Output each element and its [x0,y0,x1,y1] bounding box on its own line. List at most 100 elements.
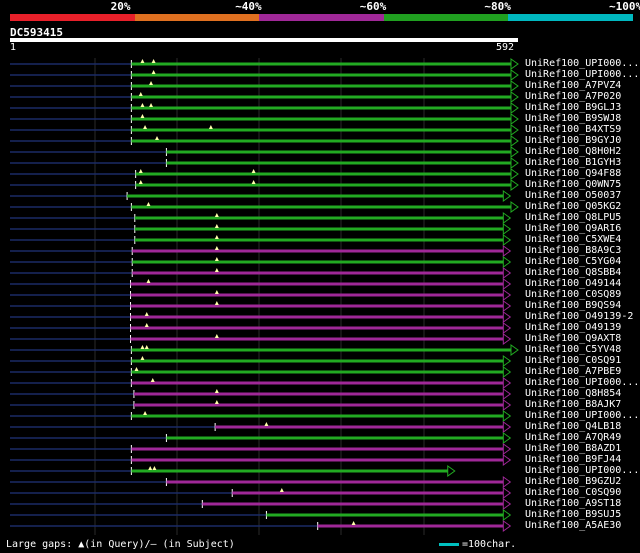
hit-label-link[interactable]: UniRef100_Q9AXT8 [525,333,621,344]
hit-label-link[interactable]: UniRef100_UPI000... [525,410,639,421]
hit-row [10,322,512,334]
hit-row [10,333,512,345]
hit-row [10,69,519,81]
hit-label-link[interactable]: UniRef100_O49144 [525,278,621,289]
hit-label-link[interactable]: UniRef100_B9SWJ8 [525,113,621,124]
query-gap-marker [208,125,213,129]
alignment-end-arrow [502,399,512,411]
query-gap-marker [351,521,356,525]
hit-row [10,366,512,378]
hit-row [10,476,512,488]
alignment-end-arrow [510,179,519,191]
alignment-end-arrow [502,212,512,224]
hit-label-link[interactable]: UniRef100_A5AE30 [525,520,621,531]
hit-label-link[interactable]: UniRef100_A7PBE9 [525,366,621,377]
query-gap-marker [214,246,219,250]
alignment-end-arrow [502,410,512,422]
query-gap-marker [214,290,219,294]
query-gap-marker [151,59,156,63]
hit-label-link[interactable]: UniRef100_B8AJK7 [525,399,621,410]
alignment-end-arrow [447,465,456,477]
hit-label-link[interactable]: UniRef100_C0SQ89 [525,289,621,300]
hit-label-link[interactable]: UniRef100_Q8SBB4 [525,267,621,278]
scale-legend: =100char. [462,539,517,550]
hit-label-link[interactable]: UniRef100_UPI000... [525,58,639,69]
hit-row [10,102,519,114]
hit-label-link[interactable]: UniRef100_B9GLJ3 [525,102,621,113]
hit-label-link[interactable]: UniRef100_B8A9C3 [525,245,621,256]
query-gap-marker [144,312,149,316]
hit-label-link[interactable]: UniRef100_A9ST18 [525,498,621,509]
alignment-end-arrow [502,520,512,532]
hit-row [10,520,512,532]
alignment-end-arrow [502,267,512,279]
alignment-end-arrow [502,223,512,235]
alignment-end-arrow [502,432,512,444]
hit-label-link[interactable]: UniRef100_B8AZD1 [525,443,621,454]
hit-label-link[interactable]: UniRef100_O50037 [525,190,621,201]
hit-label-link[interactable]: UniRef100_UPI000... [525,69,639,80]
alignment-end-arrow [510,91,519,103]
alignment-end-arrow [502,454,512,466]
hit-row [10,245,512,257]
hit-label-link[interactable]: UniRef100_A7P020 [525,91,621,102]
hit-label-link[interactable]: UniRef100_B4XTS9 [525,124,621,135]
hit-label-link[interactable]: UniRef100_B1GYH3 [525,157,621,168]
hit-label-link[interactable]: UniRef100_C0SQ91 [525,355,621,366]
alignment-end-arrow [510,344,519,356]
hit-label-link[interactable]: UniRef100_B9FJ44 [525,454,621,465]
hit-label-link[interactable]: UniRef100_UPI000... [525,465,639,476]
hit-label-link[interactable]: UniRef100_C5YV48 [525,344,621,355]
hit-label-link[interactable]: UniRef100_B9GYJ0 [525,135,621,146]
hit-row [10,399,512,411]
hit-label-link[interactable]: UniRef100_C5XWE4 [525,234,621,245]
hit-label-link[interactable]: UniRef100_Q9ARI6 [525,223,621,234]
hit-label-link[interactable]: UniRef100_B9QS94 [525,300,621,311]
query-gap-marker [138,92,143,96]
query-gap-marker [140,103,145,107]
hit-row [10,300,512,312]
alignment-end-arrow [502,311,512,323]
hit-label-link[interactable]: UniRef100_Q8LPU5 [525,212,621,223]
hit-label-link[interactable]: UniRef100_O49139-2 [525,311,633,322]
hit-label-link[interactable]: UniRef100_C0SQ90 [525,487,621,498]
query-gap-marker [214,213,219,217]
hit-label-link[interactable]: UniRef100_C5YG04 [525,256,621,267]
query-gap-marker [214,235,219,239]
query-gap-marker [214,301,219,305]
query-gap-marker [279,488,284,492]
hit-label-link[interactable]: UniRef100_B9SUJ5 [525,509,621,520]
query-gap-marker [214,268,219,272]
query-gap-marker [140,114,145,118]
alignment-end-arrow [502,421,512,433]
query-gap-marker [138,169,143,173]
hit-label-link[interactable]: UniRef100_UPI000... [525,377,639,388]
hit-label-link[interactable]: UniRef100_A7QR49 [525,432,621,443]
hit-row [10,267,512,279]
alignment-end-arrow [502,289,512,301]
hit-row [10,256,512,268]
alignment-end-arrow [502,509,512,521]
hit-label-link[interactable]: UniRef100_Q8H0H2 [525,146,621,157]
hit-label-link[interactable]: UniRef100_Q05KG2 [525,201,621,212]
hit-label-link[interactable]: UniRef100_Q0WN75 [525,179,621,190]
query-gap-marker [138,180,143,184]
query-gap-marker [143,125,148,129]
query-gap-marker [214,257,219,261]
alignment-end-arrow [502,278,512,290]
hit-row [10,157,519,169]
query-gap-marker [144,323,149,327]
hit-label-link[interactable]: UniRef100_Q4LB18 [525,421,621,432]
hit-label-link[interactable]: UniRef100_Q8H854 [525,388,621,399]
hit-label-link[interactable]: UniRef100_B9GZU2 [525,476,621,487]
query-gap-marker [140,59,145,63]
query-gap-marker [143,411,148,415]
hit-label-link[interactable]: UniRef100_A7PVZ4 [525,80,621,91]
hit-label-link[interactable]: UniRef100_Q94F88 [525,168,621,179]
hit-row [10,91,519,103]
query-gap-marker [146,279,151,283]
hit-row [10,113,519,125]
hit-row [10,278,512,290]
query-gap-marker [146,202,151,206]
hit-label-link[interactable]: UniRef100_O49139 [525,322,621,333]
